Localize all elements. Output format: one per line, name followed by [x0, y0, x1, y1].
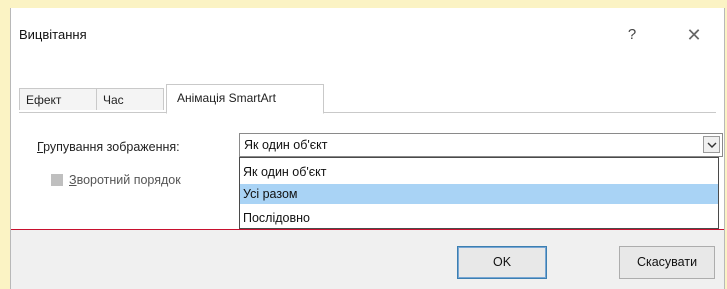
reverse-order-accesskey: З — [69, 173, 77, 187]
reverse-order-checkbox[interactable] — [51, 174, 63, 186]
close-button[interactable]: ✕ — [679, 22, 709, 48]
reverse-order-label-text: воротний порядок — [76, 173, 181, 187]
dropdown-option-all-at-once[interactable]: Усі разом — [240, 184, 718, 204]
grouping-combobox[interactable]: Як один об'єкт — [239, 133, 723, 157]
ok-button[interactable]: OK — [457, 246, 547, 279]
reverse-order-label: Зворотний порядок — [69, 173, 181, 187]
dropdown-option-one-by-one[interactable]: Послідовно — [240, 208, 718, 228]
grouping-dropdown-list: Як один об'єкт Усі разом Послідовно — [239, 157, 719, 229]
tab-smartart-animation[interactable]: Анімація SmartArt — [166, 84, 324, 114]
dialog-title: Вицвітання — [19, 27, 87, 42]
grouping-label: Групування зображення: — [37, 140, 180, 154]
cancel-button[interactable]: Скасувати — [619, 246, 715, 279]
grouping-selected-value: Як один об'єкт — [244, 138, 328, 152]
title-bar: Вицвітання ? ✕ — [11, 8, 724, 66]
chevron-down-icon — [707, 142, 717, 148]
dropdown-option-as-one-object[interactable]: Як один об'єкт — [240, 162, 718, 182]
image-caption-strip — [0, 0, 727, 8]
dropdown-arrow-button[interactable] — [703, 136, 720, 153]
button-bar: OK Скасувати — [11, 230, 724, 289]
grouping-label-text: рупування зображення: — [43, 140, 180, 154]
tab-timing[interactable]: Час — [96, 88, 164, 110]
dialog-window: Вицвітання ? ✕ Ефект Час Анімація SmartA… — [10, 8, 725, 289]
help-button[interactable]: ? — [617, 22, 647, 48]
tab-effect[interactable]: Ефект — [19, 88, 97, 110]
